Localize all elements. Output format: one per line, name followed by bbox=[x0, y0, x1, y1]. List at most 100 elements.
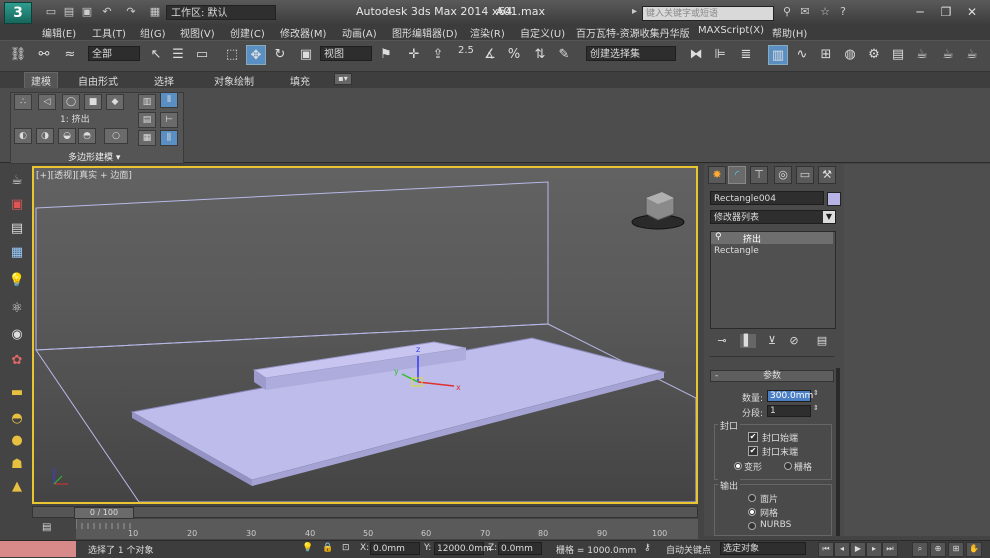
angle-snap-icon[interactable]: ∡ bbox=[480, 45, 500, 65]
favorites-icon[interactable]: ☆ bbox=[818, 5, 832, 19]
layer-manager-icon[interactable]: ≣ bbox=[736, 45, 756, 65]
tab-selection[interactable]: 选择 bbox=[154, 73, 174, 88]
list-icon[interactable]: ▤ bbox=[6, 220, 28, 238]
menu-customize[interactable]: 自定义(U) bbox=[520, 25, 565, 40]
modifier-list-dropdown[interactable]: 修改器列表 bbox=[710, 210, 836, 224]
cap-end-checkbox[interactable]: ✔ bbox=[748, 446, 758, 456]
amount-input[interactable]: 300.0mm bbox=[767, 390, 813, 402]
menu-maxscript[interactable]: MAXScript(X) bbox=[698, 25, 764, 36]
segments-spinner[interactable]: ⇕ bbox=[813, 404, 819, 412]
undo-icon[interactable]: ↶ bbox=[100, 5, 114, 19]
menu-views[interactable]: 视图(V) bbox=[180, 25, 215, 40]
edge-mode-icon[interactable]: ◁ bbox=[38, 94, 56, 110]
selection-filter-dropdown[interactable]: 全部 bbox=[88, 46, 140, 61]
ribbon-side-icon-2[interactable]: ⫴ bbox=[160, 92, 178, 108]
zoom-extents-icon[interactable]: ⊞ bbox=[948, 542, 964, 557]
make-unique-icon[interactable]: ◒ bbox=[58, 128, 76, 144]
reference-coord-dropdown[interactable]: 视图 bbox=[320, 46, 372, 61]
ribbon-side-icon-5[interactable]: ▦ bbox=[138, 130, 156, 146]
pan-icon[interactable]: ✋ bbox=[966, 542, 982, 557]
configure-sets-icon[interactable]: ○ bbox=[104, 128, 128, 144]
select-scale-icon[interactable]: ▣ bbox=[296, 45, 316, 65]
app-logo-icon[interactable]: 3 bbox=[4, 2, 32, 24]
key-icon[interactable]: ⚷ bbox=[644, 543, 651, 553]
select-object-icon[interactable]: ↖ bbox=[146, 45, 166, 65]
new-file-icon[interactable]: ▭ bbox=[44, 5, 58, 19]
next-frame-icon[interactable]: ▸ bbox=[866, 542, 882, 557]
curve-editor-icon[interactable]: ∿ bbox=[792, 45, 812, 65]
isolate-icon[interactable]: 💡 bbox=[302, 543, 313, 553]
viewport-scene[interactable]: z x y bbox=[34, 168, 696, 502]
polygon-mode-icon[interactable]: ■ bbox=[84, 94, 102, 110]
binoculars-icon[interactable]: ⚲ bbox=[780, 5, 794, 19]
configure-modifier-sets-icon[interactable]: ▤ bbox=[814, 334, 830, 348]
manipulate-icon[interactable]: ✛ bbox=[404, 45, 424, 65]
ribbon-side-icon-3[interactable]: ▤ bbox=[138, 112, 156, 128]
select-rotate-icon[interactable]: ↻ bbox=[270, 45, 290, 65]
material-editor-icon[interactable]: ◍ bbox=[840, 45, 860, 65]
maxscript-listener[interactable] bbox=[0, 541, 76, 557]
pin-stack-icon[interactable]: ◐ bbox=[14, 128, 32, 144]
grid-radio[interactable] bbox=[784, 462, 792, 470]
play-icon[interactable]: ▶ bbox=[850, 542, 866, 557]
project-folder-icon[interactable]: ▦ bbox=[148, 5, 162, 19]
stack-item-extrude[interactable]: ⚲ 挤出 bbox=[711, 232, 833, 245]
menu-plugin[interactable]: 百万瓦特-资源收集丹华版 bbox=[576, 25, 690, 40]
menu-graph-editors[interactable]: 图形编辑器(D) bbox=[392, 25, 458, 40]
render-production-icon[interactable]: ☕ bbox=[912, 45, 932, 65]
tab-modeling[interactable]: 建模 bbox=[24, 72, 58, 88]
mirror-icon[interactable]: ⧓ bbox=[686, 45, 706, 65]
patch-radio[interactable] bbox=[748, 494, 756, 502]
spinner-snap-icon[interactable]: ⇅ bbox=[530, 45, 550, 65]
viewport-shading-label[interactable]: [真实 + 边面] bbox=[76, 171, 132, 181]
auto-key-button[interactable]: 自动关键点 bbox=[666, 543, 711, 556]
menu-help[interactable]: 帮助(H) bbox=[772, 25, 807, 40]
tab-object-paint[interactable]: 对象绘制 bbox=[214, 73, 254, 88]
schematic-view-icon[interactable]: ⊞ bbox=[816, 45, 836, 65]
absolute-mode-icon[interactable]: ⊡ bbox=[342, 543, 350, 553]
remove-modifier-icon[interactable]: ◓ bbox=[78, 128, 96, 144]
light-bulb-icon[interactable]: 💡 bbox=[6, 272, 28, 290]
maximize-icon[interactable]: ❐ bbox=[936, 3, 956, 21]
object-name-field[interactable]: Rectangle004 bbox=[710, 191, 824, 205]
search-arrow-icon[interactable]: ▸ bbox=[632, 6, 637, 17]
go-to-start-icon[interactable]: ⏮ bbox=[818, 542, 834, 557]
amount-spinner[interactable]: ⇕ bbox=[813, 389, 819, 397]
keyboard-shortcut-icon[interactable]: ⇪ bbox=[428, 45, 448, 65]
box-icon[interactable]: ▬ bbox=[6, 384, 28, 402]
perspective-viewport[interactable]: z x y bbox=[32, 166, 698, 504]
teapot-icon[interactable]: ☕ bbox=[6, 172, 28, 190]
communication-icon[interactable]: ✉ bbox=[798, 5, 812, 19]
grid-view-icon[interactable]: ▦ bbox=[6, 244, 28, 262]
bind-space-warp-icon[interactable]: ≈ bbox=[60, 45, 80, 65]
motion-tab-icon[interactable]: ◎ bbox=[774, 166, 792, 184]
mini-curve-editor-icon[interactable]: ▤ bbox=[42, 522, 56, 534]
remove-modifier-icon[interactable]: ⊘ bbox=[786, 334, 802, 348]
menu-group[interactable]: 组(G) bbox=[140, 25, 166, 40]
search-input[interactable]: 键入关键字或短语 bbox=[642, 6, 774, 21]
align-icon[interactable]: ⊫ bbox=[710, 45, 730, 65]
sphere-icon[interactable]: ● bbox=[6, 432, 28, 450]
ribbon-side-icon-1[interactable]: ▥ bbox=[138, 94, 156, 110]
minimize-icon[interactable]: ─ bbox=[910, 3, 930, 21]
hierarchy-tab-icon[interactable]: ⊤ bbox=[750, 166, 768, 184]
viewport-menu-plus[interactable]: [+] bbox=[36, 171, 51, 181]
polygon-modeling-title[interactable]: 多边形建模 ▾ bbox=[68, 150, 120, 163]
zoom-icon[interactable]: ⌕ bbox=[912, 542, 928, 557]
tab-populate[interactable]: 填充 bbox=[290, 73, 310, 88]
render-setup-icon[interactable]: ⚙ bbox=[864, 45, 884, 65]
rect-selection-icon[interactable]: ▭ bbox=[192, 45, 212, 65]
camera-icon[interactable]: ◉ bbox=[6, 326, 28, 344]
help-icon[interactable]: ? bbox=[836, 5, 850, 19]
chevron-down-icon[interactable]: ▼ bbox=[823, 211, 835, 223]
create-tab-icon[interactable]: ✸ bbox=[708, 166, 726, 184]
ribbon-side-icon-4[interactable]: ⊢ bbox=[160, 112, 178, 128]
show-end-result-icon[interactable]: ◑ bbox=[36, 128, 54, 144]
wall-plane[interactable] bbox=[35, 181, 549, 351]
border-mode-icon[interactable]: ◯ bbox=[62, 94, 80, 110]
parameters-rollout-header[interactable]: - 参数 bbox=[710, 370, 834, 382]
particle-icon[interactable]: ⚛ bbox=[6, 300, 28, 318]
element-mode-icon[interactable]: ◆ bbox=[106, 94, 124, 110]
named-selection-dropdown[interactable]: 创建选择集 bbox=[586, 46, 676, 61]
mesh-radio[interactable] bbox=[748, 508, 756, 516]
